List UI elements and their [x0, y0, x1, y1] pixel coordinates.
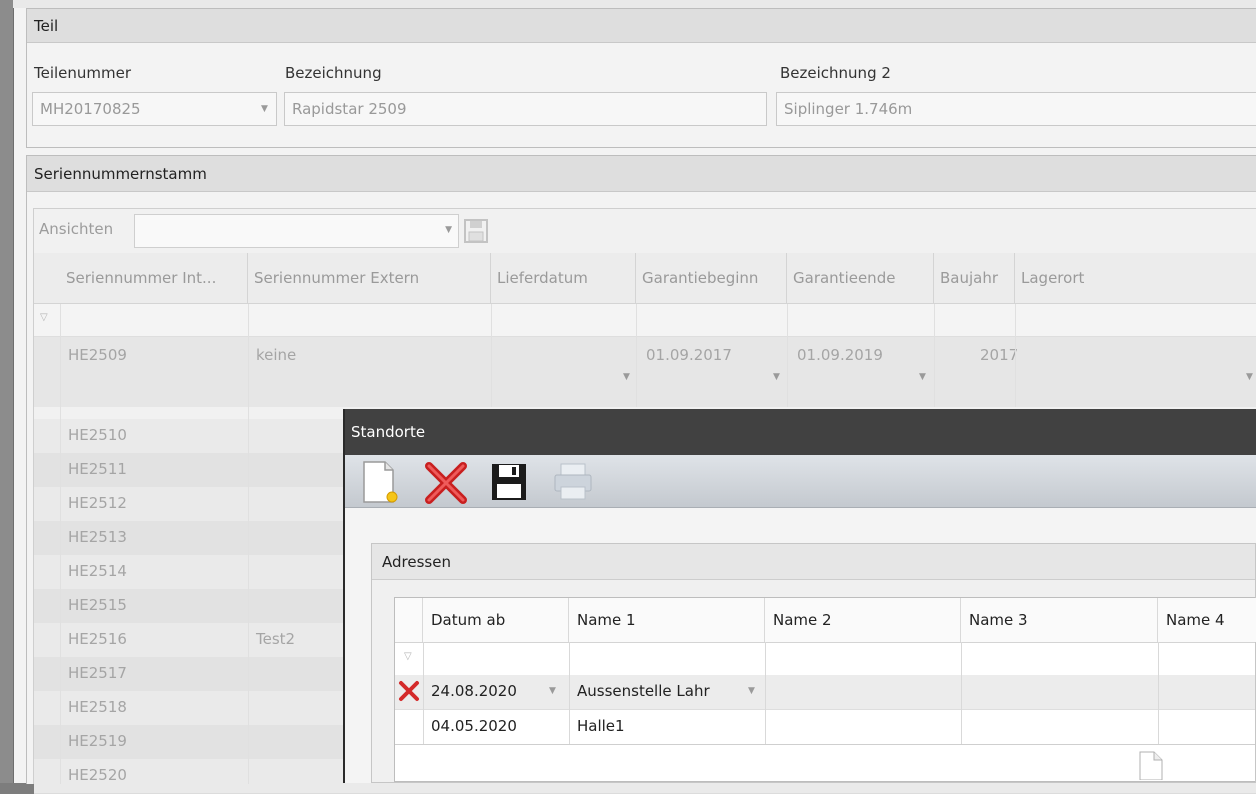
delete-mark-icon: [399, 681, 419, 701]
cell-datum-ab: 04.05.2020: [431, 717, 517, 735]
table-row[interactable]: 04.05.2020 Halle1: [395, 710, 1255, 745]
left-panel-edge: [0, 0, 14, 783]
col-datum-ab[interactable]: Datum ab: [423, 598, 569, 642]
cell-name1: Halle1: [577, 717, 625, 735]
adressen-group: Adressen Datum ab Name 1 Name 2 Name 3 N…: [371, 543, 1256, 783]
printer-icon[interactable]: [551, 460, 597, 504]
chevron-down-icon[interactable]: ▼: [549, 686, 556, 696]
col-name2[interactable]: Name 2: [765, 598, 961, 642]
col-name3[interactable]: Name 3: [961, 598, 1158, 642]
new-document-icon[interactable]: [359, 460, 405, 504]
adressen-header: Adressen: [372, 544, 1255, 580]
adressen-grid: Datum ab Name 1 Name 2 Name 3 Name 4 ▽ 2…: [394, 597, 1256, 782]
document-icon: [1139, 751, 1163, 780]
dialog-toolbar: [345, 455, 1256, 508]
chevron-down-icon[interactable]: ▼: [748, 686, 755, 696]
dialog-title: Standorte: [345, 409, 1256, 455]
delete-x-icon[interactable]: [423, 460, 469, 504]
col-name1[interactable]: Name 1: [569, 598, 765, 642]
adressen-filter-row[interactable]: ▽: [395, 642, 1255, 676]
standorte-dialog: Standorte Adressen Datum ab Name 1 Name …: [343, 409, 1256, 783]
col-name4[interactable]: Name 4: [1158, 598, 1256, 642]
row-indicator-header: [395, 598, 423, 642]
table-row[interactable]: 24.08.2020 ▼ Aussenstelle Lahr ▼: [395, 675, 1255, 710]
filter-icon: ▽: [404, 651, 412, 662]
cell-datum-ab: 24.08.2020: [431, 682, 517, 700]
floppy-disk-icon[interactable]: [487, 460, 533, 504]
cell-name1: Aussenstelle Lahr: [577, 682, 710, 700]
